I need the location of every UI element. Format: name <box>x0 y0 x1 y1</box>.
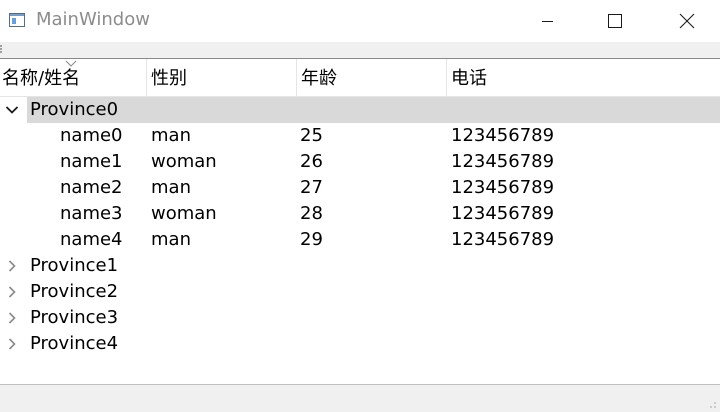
cell-gender: man <box>151 125 191 146</box>
tree-item-province4[interactable]: Province4 <box>0 331 720 357</box>
cell-phone: 123456789 <box>451 151 555 172</box>
toolbar-grip-icon[interactable] <box>0 45 3 55</box>
cell-name: name2 <box>60 177 123 198</box>
header-age[interactable]: 年龄 <box>297 59 447 96</box>
cell-age: 27 <box>300 177 323 198</box>
cell-phone: 123456789 <box>451 203 555 224</box>
tree-row[interactable]: name4 man 29 123456789 <box>0 227 720 253</box>
chevron-down-icon[interactable] <box>5 103 19 117</box>
tree-rows: Province0 name0 man 25 123456789 name1 w… <box>0 97 720 357</box>
province-label: Province2 <box>30 281 119 302</box>
cell-gender: woman <box>151 203 217 224</box>
cell-name: name0 <box>60 125 123 146</box>
selection-highlight <box>27 97 720 123</box>
tree-row[interactable]: name2 man 27 123456789 <box>0 175 720 201</box>
tree-row[interactable]: name1 woman 26 123456789 <box>0 149 720 175</box>
tree-item-province2[interactable]: Province2 <box>0 279 720 305</box>
cell-gender: man <box>151 229 191 250</box>
cell-phone: 123456789 <box>451 177 555 198</box>
window-title: MainWindow <box>36 9 150 30</box>
app-icon <box>9 12 25 28</box>
tree-item-province0[interactable]: Province0 <box>0 97 720 123</box>
chevron-right-icon[interactable] <box>5 259 19 273</box>
minimize-icon <box>542 21 553 22</box>
province-label: Province0 <box>30 99 119 120</box>
chevron-right-icon[interactable] <box>5 311 19 325</box>
status-bar <box>0 384 720 412</box>
maximize-button[interactable] <box>592 0 638 42</box>
cell-phone: 123456789 <box>451 125 555 146</box>
close-icon <box>679 13 695 29</box>
header-gender[interactable]: 性别 <box>147 59 297 96</box>
title-bar[interactable]: MainWindow <box>0 0 720 42</box>
toolbar-area <box>0 42 720 58</box>
tree-item-province3[interactable]: Province3 <box>0 305 720 331</box>
tree-widget[interactable]: 名称/姓名 性别 年龄 电话 Province0 name0 man 25 12… <box>0 58 720 384</box>
minimize-button[interactable] <box>525 0 571 42</box>
header-name[interactable]: 名称/姓名 <box>0 59 147 96</box>
cell-name: name4 <box>60 229 123 250</box>
cell-gender: woman <box>151 151 217 172</box>
cell-age: 26 <box>300 151 323 172</box>
tree-item-province1[interactable]: Province1 <box>0 253 720 279</box>
cell-name: name3 <box>60 203 123 224</box>
province-label: Province1 <box>30 255 119 276</box>
chevron-right-icon[interactable] <box>5 337 19 351</box>
header-phone[interactable]: 电话 <box>447 59 720 96</box>
cell-gender: man <box>151 177 191 198</box>
cell-name: name1 <box>60 151 123 172</box>
cell-phone: 123456789 <box>451 229 555 250</box>
cell-age: 29 <box>300 229 323 250</box>
close-button[interactable] <box>664 0 710 42</box>
main-window: MainWindow 名称/姓名 性别 年龄 电话 Province0 name… <box>0 0 720 412</box>
province-label: Province3 <box>30 307 119 328</box>
maximize-icon <box>608 14 622 28</box>
sort-indicator-icon <box>65 60 77 67</box>
tree-header: 名称/姓名 性别 年龄 电话 <box>0 59 720 97</box>
chevron-right-icon[interactable] <box>5 285 19 299</box>
tree-row[interactable]: name0 man 25 123456789 <box>0 123 720 149</box>
cell-age: 25 <box>300 125 323 146</box>
tree-row[interactable]: name3 woman 28 123456789 <box>0 201 720 227</box>
cell-age: 28 <box>300 203 323 224</box>
province-label: Province4 <box>30 333 119 354</box>
size-grip-icon[interactable] <box>705 397 717 409</box>
